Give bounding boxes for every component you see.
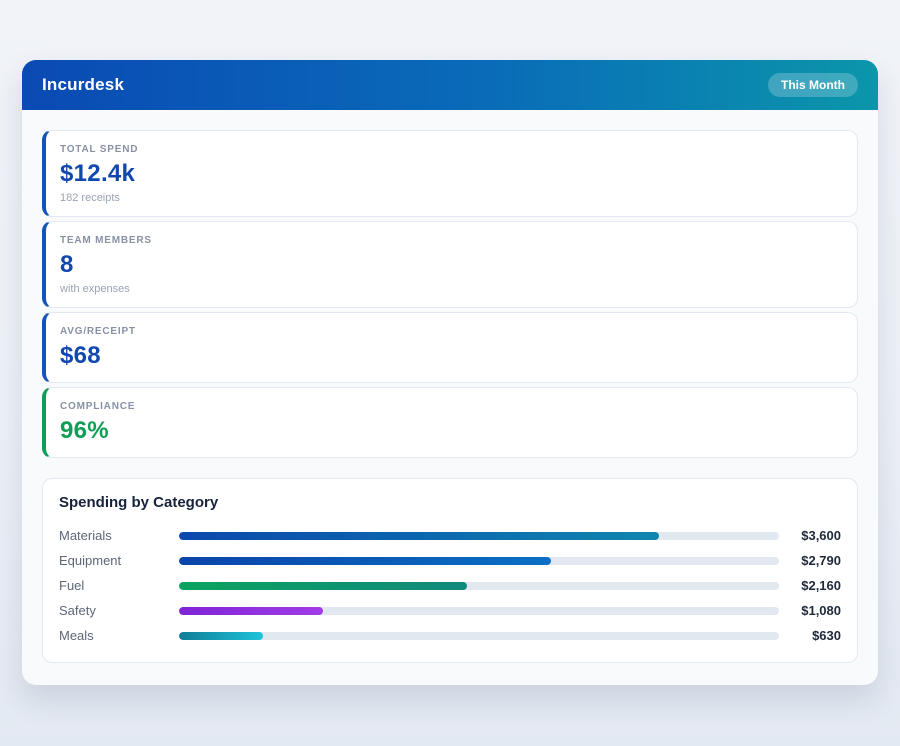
stat-card-team-members: TEAM MEMBERS 8 with expenses	[42, 221, 858, 308]
chart-title: Spending by Category	[59, 494, 219, 511]
stat-value: $68	[60, 342, 101, 369]
period-badge[interactable]: This Month	[768, 73, 858, 97]
chart-row-equipment: Equipment $2,790	[59, 548, 841, 573]
category-value: $2,790	[801, 553, 841, 568]
stat-label: TEAM MEMBERS	[60, 235, 152, 246]
dashboard-panel: Incurdesk This Month TOTAL SPEND $12.4k …	[22, 60, 878, 685]
bar-track	[179, 556, 779, 565]
stat-card-total-spend: TOTAL SPEND $12.4k 182 receipts	[42, 130, 858, 217]
bar-fill-safety	[179, 606, 323, 615]
bar-track	[179, 631, 779, 640]
category-value: $630	[812, 628, 841, 643]
chart-row-meals: Meals $630	[59, 623, 841, 648]
category-label: Equipment	[59, 553, 122, 568]
stat-value: $12.4k	[60, 160, 136, 187]
category-value: $1,080	[801, 603, 841, 618]
stat-value: 96%	[60, 417, 109, 444]
app-header: Incurdesk This Month	[22, 60, 878, 110]
bar-track	[179, 581, 779, 590]
bar-track	[179, 531, 779, 540]
bar-fill-equipment	[179, 556, 551, 565]
bar-fill-materials	[179, 531, 659, 540]
bar-fill-fuel	[179, 581, 467, 590]
category-label: Materials	[59, 528, 112, 543]
category-value: $3,600	[801, 528, 841, 543]
stat-subtext: with expenses	[60, 283, 130, 295]
category-value: $2,160	[801, 578, 841, 593]
stat-subtext: 182 receipts	[60, 192, 120, 204]
chart-row-fuel: Fuel $2,160	[59, 573, 841, 598]
category-label: Safety	[59, 603, 96, 618]
panel-body: TOTAL SPEND $12.4k 182 receipts TEAM MEM…	[22, 110, 878, 685]
stat-label: AVG/RECEIPT	[60, 326, 136, 337]
stat-label: COMPLIANCE	[60, 401, 136, 412]
bar-track	[179, 606, 779, 615]
stat-label: TOTAL SPEND	[60, 144, 139, 155]
chart-row-materials: Materials $3,600	[59, 523, 841, 548]
stat-card-compliance: COMPLIANCE 96%	[42, 387, 858, 458]
category-label: Meals	[59, 628, 94, 643]
stat-value: 8	[60, 251, 74, 278]
spending-by-category-card: Spending by Category Materials $3,600 Eq…	[42, 478, 858, 663]
bar-fill-meals	[179, 631, 263, 640]
chart-row-safety: Safety $1,080	[59, 598, 841, 623]
stat-card-avg-receipt: AVG/RECEIPT $68	[42, 312, 858, 383]
category-label: Fuel	[59, 578, 85, 593]
app-title: Incurdesk	[42, 75, 125, 94]
